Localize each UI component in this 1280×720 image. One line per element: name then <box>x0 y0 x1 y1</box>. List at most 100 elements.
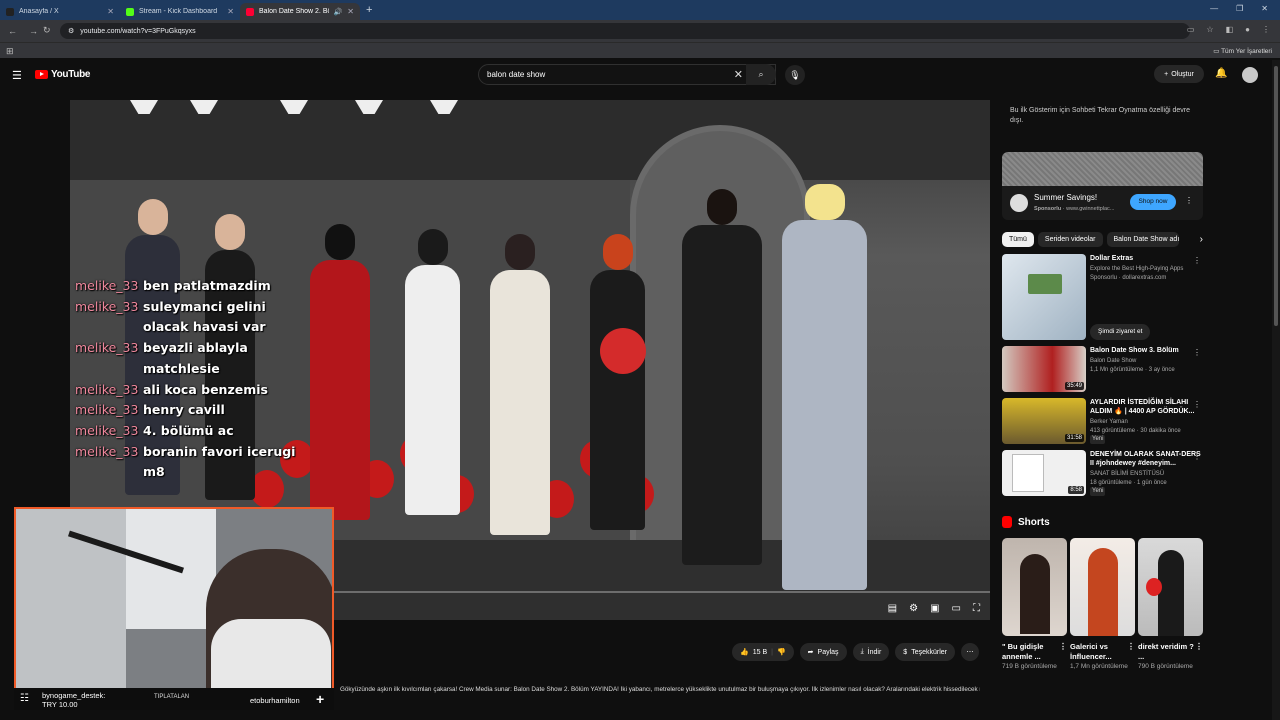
profile-icon[interactable]: ● <box>1245 25 1250 34</box>
person-5 <box>490 234 550 535</box>
tab-kick[interactable]: Stream - Kick Dashboard ✕ <box>120 3 240 20</box>
miniplayer-icon[interactable]: ▣ <box>930 603 939 614</box>
mic-icon: 🎙 <box>789 70 801 80</box>
search-input[interactable]: balon date show ✕ <box>478 64 776 85</box>
url-text: youtube.com/watch?v=3FPuGkqsyxs <box>80 27 196 35</box>
back-icon[interactable]: ← <box>8 26 17 36</box>
short-thumbnail[interactable] <box>1002 538 1067 636</box>
short-menu-icon[interactable]: ⋮ <box>1195 642 1203 652</box>
share-button[interactable]: ➦ Paylaş <box>799 643 847 661</box>
chat-message: melike_33 4. bölümü ac <box>75 422 234 438</box>
video-thumbnail[interactable]: 31:58 <box>1002 398 1086 444</box>
recommended-video[interactable]: 31:58 AYLARDIR İSTEDİĞİM SİLAHI ALDIM 🔥 … <box>1002 398 1203 444</box>
like-button[interactable]: 👍 15 B | 👎 <box>732 643 794 661</box>
ad-card[interactable]: Summer Savings! Sponsorlu · www.gwinnett… <box>1002 152 1203 220</box>
short-item[interactable]: ⋮ direkt veridim ? ... 790 B görüntüleme <box>1138 538 1203 671</box>
close-tab-icon[interactable]: ✕ <box>227 7 234 16</box>
minimize-icon[interactable]: — <box>1210 4 1218 13</box>
nav-buttons: ← → <box>0 26 60 36</box>
bookmark-star-icon[interactable]: ☆ <box>1206 25 1213 34</box>
site-info-icon[interactable]: ⚙ <box>68 27 74 35</box>
page-scrollbar[interactable] <box>1272 60 1280 720</box>
cast-icon[interactable]: ▭ <box>1187 25 1195 34</box>
video-thumbnail[interactable]: 8:58 <box>1002 450 1086 496</box>
short-menu-icon[interactable]: ⋮ <box>1059 642 1067 652</box>
shop-now-button[interactable]: Shop now <box>1130 194 1176 210</box>
more-actions-button[interactable]: ⋯ <box>961 643 979 661</box>
video-thumbnail[interactable] <box>1002 254 1086 340</box>
account-avatar[interactable] <box>1242 67 1258 83</box>
forward-icon[interactable]: → <box>29 26 38 36</box>
browser-menu-icon[interactable]: ⋮ <box>1262 25 1270 34</box>
recommended-video[interactable]: 35:49 Balon Date Show 3. Bölüm Balon Date… <box>1002 346 1203 392</box>
video-thumbnail[interactable]: 35:49 <box>1002 346 1086 392</box>
right-sidebar: Bu ilk Gösterim için Sohbeti Tekrar Oyna… <box>1002 100 1203 671</box>
maximize-icon[interactable]: ❐ <box>1236 4 1243 13</box>
video-description[interactable]: Gökyüzünde aşkın ilk kıvılcımları çakars… <box>340 686 980 696</box>
youtube-favicon-icon <box>246 7 254 16</box>
recommended-video[interactable]: 8:58 DENEYİM OLARAK SANAT-DERS II #johnd… <box>1002 450 1203 496</box>
short-menu-icon[interactable]: ⋮ <box>1127 642 1135 652</box>
tab-youtube[interactable]: Balon Date Show 2. Bölüm🔊✕ <box>240 3 360 20</box>
new-tab-button[interactable]: + <box>366 4 372 16</box>
video-menu-icon[interactable]: ⋮ <box>1193 400 1201 409</box>
close-tab-icon[interactable]: ✕ <box>107 7 114 16</box>
apps-grid-icon[interactable]: ⊞ <box>6 46 14 57</box>
chat-message: melike_33 ali koca benzemis <box>75 381 268 397</box>
chevron-right-icon[interactable]: › <box>1200 234 1203 245</box>
visit-site-button[interactable]: Şimdi ziyaret et <box>1090 324 1151 340</box>
chip-series[interactable]: Seriden videolar <box>1037 231 1103 247</box>
youtube-play-icon <box>35 70 48 79</box>
short-thumbnail[interactable] <box>1138 538 1203 636</box>
create-button[interactable]: + Oluştur <box>1154 65 1204 83</box>
scrollbar-thumb[interactable] <box>1274 66 1278 326</box>
recommended-video[interactable]: Dollar Extras Explore the Best High-Payin… <box>1002 254 1203 340</box>
tab-x[interactable]: Anasayfa / X ✕ <box>0 3 120 20</box>
url-field[interactable]: ⚙ youtube.com/watch?v=3FPuGkqsyxs <box>60 23 1190 39</box>
person-4 <box>405 229 460 515</box>
video-menu-icon[interactable]: ⋮ <box>1193 256 1201 265</box>
voice-search-button[interactable]: 🎙 <box>785 65 805 85</box>
short-item[interactable]: ⋮ " Bu gidişle annemle ... 719 B görüntül… <box>1002 538 1067 671</box>
fullscreen-icon[interactable]: ⛶ <box>973 603 980 614</box>
download-button[interactable]: ⤓ İndir <box>852 643 890 661</box>
chat-message: melike_33 henry cavill <box>75 402 225 418</box>
person-3 <box>310 224 370 520</box>
chip-all[interactable]: Tümü <box>1002 231 1034 247</box>
hamburger-menu-icon[interactable]: ☰ <box>12 69 22 82</box>
person-7 <box>682 189 762 565</box>
video-actions: 👍 15 B | 👎 ➦ Paylaş ⤓ İndir $ Teşekkürler ⋯ <box>732 643 979 661</box>
all-bookmarks-link[interactable]: ▭ Tüm Yer İşaretleri <box>1213 47 1272 55</box>
close-tab-icon[interactable]: ✕ <box>347 7 354 16</box>
short-item[interactable]: ⋮ Galerici vs İnfluencer... 1,7 Mn görünt… <box>1070 538 1135 671</box>
video-menu-icon[interactable]: ⋮ <box>1193 452 1201 461</box>
download-icon: ⤓ <box>860 648 864 655</box>
x-favicon-icon <box>6 7 14 16</box>
chat-message: melike_33 boranin favori icerugi m8 <box>75 443 296 480</box>
donation-alert: ☷ bynogame_destek: TRY 10.00 TIPLATALAN … <box>14 688 334 710</box>
thumbs-down-icon[interactable]: 👎 <box>777 648 786 656</box>
plus-icon: + <box>316 691 325 707</box>
more-icon: ⋯ <box>966 649 974 656</box>
reload-icon[interactable]: ↻ <box>43 25 51 36</box>
youtube-logo[interactable]: YouTube <box>35 69 91 80</box>
chat-message: melike_33 ben patlatmazdim <box>75 278 271 293</box>
captions-icon[interactable]: ▤ <box>888 603 897 614</box>
chip-balon[interactable]: Balon Date Show adı <box>1106 231 1179 247</box>
settings-gear-icon[interactable]: ⚙ <box>909 603 918 614</box>
ad-menu-icon[interactable]: ⋮ <box>1185 196 1193 205</box>
search-button[interactable]: ⌕ <box>746 64 776 85</box>
notifications-bell-icon[interactable]: 🔔 <box>1215 68 1227 79</box>
red-balloon <box>600 328 646 374</box>
window-controls: — ❐ ✕ <box>1198 0 1280 17</box>
share-icon: ➦ <box>807 649 814 656</box>
clear-search-icon[interactable]: ✕ <box>734 68 743 81</box>
player-controls: ▤ ⚙ ▣ ▭ ⛶ <box>888 603 980 614</box>
audio-playing-icon[interactable]: 🔊 <box>334 8 343 16</box>
short-thumbnail[interactable] <box>1070 538 1135 636</box>
theater-mode-icon[interactable]: ▭ <box>952 603 961 614</box>
close-window-icon[interactable]: ✕ <box>1261 4 1268 13</box>
thanks-button[interactable]: $ Teşekkürler <box>895 643 955 661</box>
extension-icon[interactable]: ◧ <box>1226 25 1234 34</box>
video-menu-icon[interactable]: ⋮ <box>1193 348 1201 357</box>
